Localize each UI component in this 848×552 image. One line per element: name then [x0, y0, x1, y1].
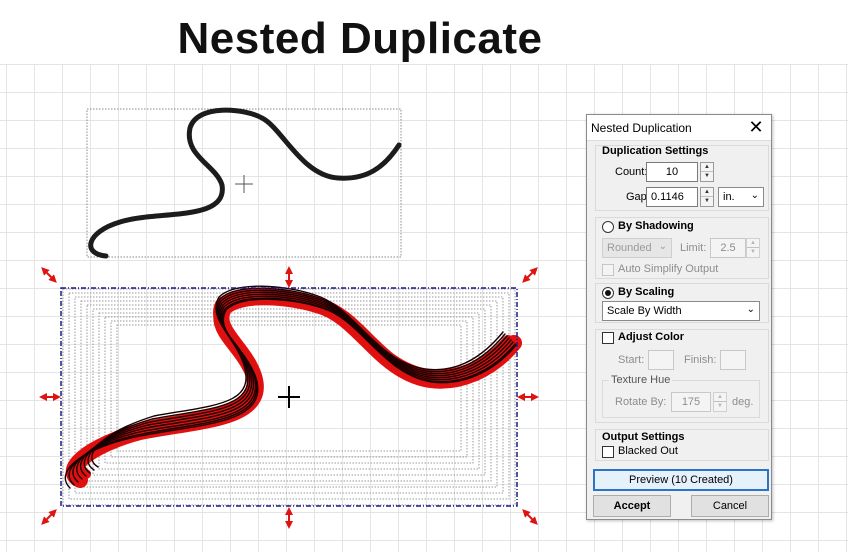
duplication-settings-heading: Duplication Settings	[602, 145, 709, 157]
nested-duplicate-object[interactable]	[39, 266, 539, 529]
spin-down-icon[interactable]: ▼	[701, 172, 713, 181]
limit-stepper[interactable]: ▲ ▼	[746, 238, 760, 258]
selection-center-crosshair	[278, 386, 300, 408]
nested-duplication-dialog: Nested Duplication ✕ Duplication Setting…	[586, 114, 772, 520]
spin-up-icon[interactable]: ▲	[701, 163, 713, 172]
spin-up-icon[interactable]: ▲	[701, 188, 713, 197]
rotate-by-input[interactable]: 175	[671, 392, 711, 412]
corner-style-value: Rounded	[607, 242, 652, 254]
cancel-button[interactable]: Cancel	[691, 495, 769, 517]
by-shadowing-label: By Shadowing	[618, 220, 694, 232]
adjust-color-checkbox[interactable]	[602, 332, 614, 344]
dialog-title: Nested Duplication	[591, 121, 692, 135]
chevron-down-icon: ⌄	[746, 304, 755, 315]
auto-simplify-label: Auto Simplify Output	[618, 263, 719, 275]
by-shadowing-radio[interactable]	[602, 221, 614, 233]
limit-label: Limit:	[680, 242, 707, 254]
handle-bottom-left	[41, 509, 57, 525]
original-center-crosshair	[235, 175, 253, 193]
spin-up-icon[interactable]: ▲	[747, 239, 759, 248]
start-color-label: Start:	[618, 354, 645, 366]
chevron-down-icon: ⌄	[658, 241, 667, 252]
finish-color-swatch[interactable]	[720, 350, 746, 370]
handle-top-left	[41, 267, 57, 283]
rotate-by-stepper[interactable]: ▲ ▼	[713, 392, 727, 412]
output-settings-heading: Output Settings	[602, 431, 685, 443]
finish-color-label: Finish:	[684, 354, 717, 366]
unit-value: in.	[723, 191, 735, 203]
close-icon[interactable]: ✕	[747, 117, 765, 138]
gap-stepper[interactable]: ▲ ▼	[700, 187, 714, 207]
scale-mode-value: Scale By Width	[607, 305, 682, 317]
auto-simplify-checkbox[interactable]	[602, 264, 614, 276]
by-scaling-label: By Scaling	[618, 286, 675, 298]
adjust-color-label: Adjust Color	[618, 331, 684, 343]
handle-top-right	[522, 267, 538, 283]
dialog-titlebar[interactable]: Nested Duplication ✕	[587, 115, 771, 141]
spin-down-icon[interactable]: ▼	[714, 402, 726, 411]
unit-select[interactable]: in. ⌄	[718, 187, 764, 207]
texture-hue-group: Texture Hue Rotate By: 175 ▲ ▼ deg.	[602, 374, 760, 418]
scaling-group: By Scaling Scale By Width ⌄	[595, 283, 769, 323]
duplication-settings-group: Duplication Settings Count: 10 ▲ ▼ Gap: …	[595, 145, 769, 211]
spin-down-icon[interactable]: ▼	[747, 248, 759, 257]
preview-button[interactable]: Preview (10 Created)	[593, 469, 769, 491]
count-stepper[interactable]: ▲ ▼	[700, 162, 714, 182]
blacked-out-checkbox[interactable]	[602, 446, 614, 458]
rotate-by-label: Rotate By:	[615, 396, 667, 408]
gap-input[interactable]: 0.1146	[646, 187, 698, 207]
count-input[interactable]: 10	[646, 162, 698, 182]
handle-bottom-right	[522, 509, 538, 525]
limit-input[interactable]: 2.5	[710, 238, 746, 258]
scale-mode-select[interactable]: Scale By Width ⌄	[602, 301, 760, 321]
texture-hue-heading: Texture Hue	[609, 374, 673, 386]
rotate-unit-label: deg.	[732, 396, 754, 408]
spin-down-icon[interactable]: ▼	[701, 197, 713, 206]
accept-button[interactable]: Accept	[593, 495, 671, 517]
chevron-down-icon: ⌄	[750, 190, 759, 201]
original-curve-object[interactable]	[86, 107, 402, 259]
by-scaling-radio[interactable]	[602, 287, 614, 299]
count-label: Count:	[615, 166, 648, 178]
start-color-swatch[interactable]	[648, 350, 674, 370]
blacked-out-label: Blacked Out	[618, 445, 678, 457]
adjust-color-group: Adjust Color Start: Finish: Texture Hue …	[595, 329, 769, 423]
spin-up-icon[interactable]: ▲	[714, 393, 726, 402]
corner-style-select[interactable]: Rounded ⌄	[602, 238, 672, 258]
original-curve	[88, 107, 402, 259]
shadowing-group: By Shadowing Rounded ⌄ Limit: 2.5 ▲ ▼ Au…	[595, 217, 769, 279]
output-settings-group: Output Settings Blacked Out	[595, 429, 769, 461]
